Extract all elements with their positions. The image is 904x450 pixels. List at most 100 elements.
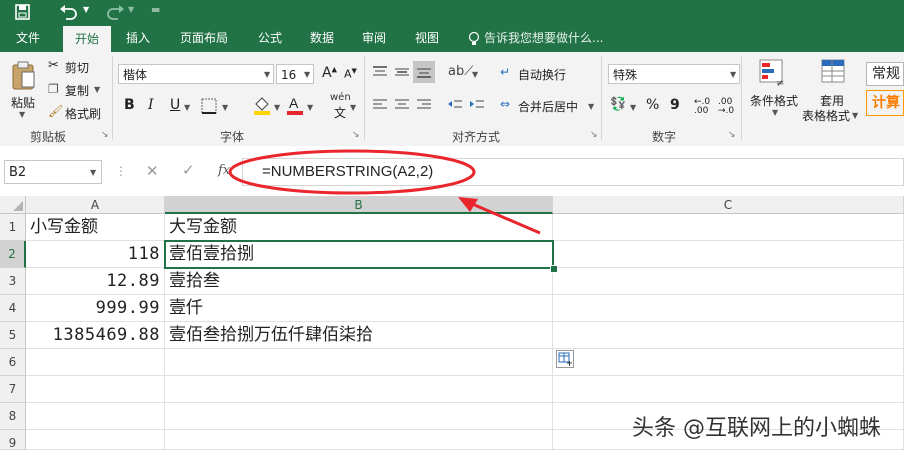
cell-c7[interactable] [553,376,904,403]
phonetic-guide-icon[interactable]: wén [330,92,351,103]
copy-dropdown-icon[interactable]: ▼ [94,85,100,94]
formula-input[interactable]: =NUMBERSTRING(A2,2) [262,163,433,180]
save-icon[interactable] [14,3,32,21]
font-color-dropdown-icon[interactable]: ▼ [307,103,313,112]
currency-icon[interactable]: 💱 [610,97,626,112]
row-header-9[interactable]: 9 [0,430,26,450]
column-header-a[interactable]: A [26,196,165,214]
tab-page-layout[interactable]: 页面布局 [172,24,236,52]
redo-dropdown-icon[interactable]: ▼ [128,5,134,14]
wrap-text-button[interactable]: 自动换行 [518,66,566,83]
row-header-2[interactable]: 2 [0,241,26,268]
customize-qat-icon[interactable]: ═ [152,3,159,17]
cell-a2[interactable]: 118 [26,241,165,268]
align-left-icon[interactable] [371,97,389,113]
borders-icon[interactable] [200,97,218,115]
alignment-launcher-icon[interactable]: ↘ [590,130,598,140]
insert-function-button[interactable]: fx [218,163,230,178]
percent-button[interactable]: % [646,97,659,113]
format-painter-icon[interactable]: 🖌 [48,104,63,118]
orientation-icon[interactable]: ab⟋ [448,64,473,79]
decrease-decimal-icon[interactable]: .00 →.0 [718,98,734,116]
align-top-icon[interactable] [371,64,389,80]
tab-review[interactable]: 审阅 [354,24,394,52]
phonetic-char-icon[interactable]: 文 [334,104,346,121]
number-launcher-icon[interactable]: ↘ [728,130,736,140]
cell-b4[interactable]: 壹仟 [165,295,553,322]
align-bottom-icon[interactable] [415,64,433,80]
cell-c5[interactable] [553,322,904,349]
conditional-dropdown-icon[interactable]: ▼ [772,108,778,117]
style-calculation-cell[interactable]: 计算 [866,90,904,116]
undo-dropdown-icon[interactable]: ▼ [83,5,89,14]
font-color-icon[interactable]: A [286,94,304,116]
borders-dropdown-icon[interactable]: ▼ [222,103,228,112]
row-header-5[interactable]: 5 [0,322,26,349]
paste-button[interactable]: 粘贴 [11,94,35,111]
font-name-select[interactable]: 楷体 [118,64,274,84]
orientation-dropdown-icon[interactable]: ▼ [472,70,478,79]
cell-a7[interactable] [26,376,165,403]
cell-a8[interactable] [26,403,165,430]
increase-font-icon[interactable]: A▲ [322,65,337,81]
wrap-text-icon[interactable]: ↵ [500,65,510,79]
cell-a4[interactable]: 999.99 [26,295,165,322]
conditional-formatting-icon[interactable]: ≠ [758,58,788,88]
scissors-icon[interactable]: ✂ [48,58,59,73]
quick-analysis-icon[interactable] [556,350,574,368]
copy-button[interactable]: 复制 [65,82,89,99]
font-size-dropdown-icon[interactable]: ▼ [304,70,310,79]
paste-icon[interactable] [10,60,36,90]
italic-button[interactable]: I [148,97,154,113]
redo-icon[interactable] [104,3,126,21]
decrease-font-icon[interactable]: A▼ [344,67,357,81]
clipboard-launcher-icon[interactable]: ↘ [101,130,109,140]
tab-view[interactable]: 视图 [407,24,447,52]
number-format-dropdown-icon[interactable]: ▼ [730,70,736,79]
phonetic-dropdown-icon[interactable]: ▼ [350,103,356,112]
name-box[interactable]: B2 [4,160,102,184]
fill-color-dropdown-icon[interactable]: ▼ [274,103,280,112]
underline-dropdown-icon[interactable]: ▼ [184,103,190,112]
tab-data[interactable]: 数据 [302,24,342,52]
fill-handle[interactable] [550,265,558,273]
cell-b8[interactable] [165,403,553,430]
currency-dropdown-icon[interactable]: ▼ [630,103,636,112]
row-header-6[interactable]: 6 [0,349,26,376]
paste-dropdown-icon[interactable]: ▼ [19,110,25,119]
cancel-icon[interactable]: ✕ [146,162,159,180]
increase-indent-icon[interactable] [468,97,486,113]
cell-c1[interactable] [553,214,904,241]
row-header-8[interactable]: 8 [0,403,26,430]
row-header-4[interactable]: 4 [0,295,26,322]
align-middle-icon[interactable] [393,64,411,80]
increase-decimal-icon[interactable]: ←.0.00 [694,98,710,116]
cell-c3[interactable] [553,268,904,295]
align-center-icon[interactable] [393,97,411,113]
number-format-select[interactable]: 特殊 [608,64,740,84]
row-header-1[interactable]: 1 [0,214,26,241]
cell-b1[interactable]: 大写金额 [165,214,553,241]
tab-file[interactable]: 文件 [8,24,48,52]
cell-c6[interactable] [553,349,904,376]
cell-b5[interactable]: 壹佰叁拾捌万伍仟肆佰柒拾 [165,322,553,349]
tab-insert[interactable]: 插入 [118,24,158,52]
cell-b3[interactable]: 壹拾叁 [165,268,553,295]
cell-a1[interactable]: 小写金额 [26,214,165,241]
tell-me-search[interactable]: 告诉我您想要做什么... [480,24,611,52]
column-header-b[interactable]: B [165,196,553,214]
tab-home[interactable]: 开始 [63,26,111,52]
style-normal-cell[interactable]: 常规 [866,62,904,86]
cell-c4[interactable] [553,295,904,322]
comma-style-button[interactable]: 9 [670,97,680,113]
copy-icon[interactable]: ❐ [48,82,59,96]
bold-button[interactable]: B [124,97,135,113]
merge-dropdown-icon[interactable]: ▼ [588,102,594,111]
column-header-c[interactable]: C [553,196,904,214]
row-header-7[interactable]: 7 [0,376,26,403]
format-as-table-icon[interactable] [820,58,848,88]
cell-c2[interactable] [553,241,904,268]
enter-icon[interactable]: ✓ [182,161,195,179]
format-painter-button[interactable]: 格式刷 [65,105,101,122]
conditional-formatting-button[interactable]: 条件格式 [750,92,798,109]
